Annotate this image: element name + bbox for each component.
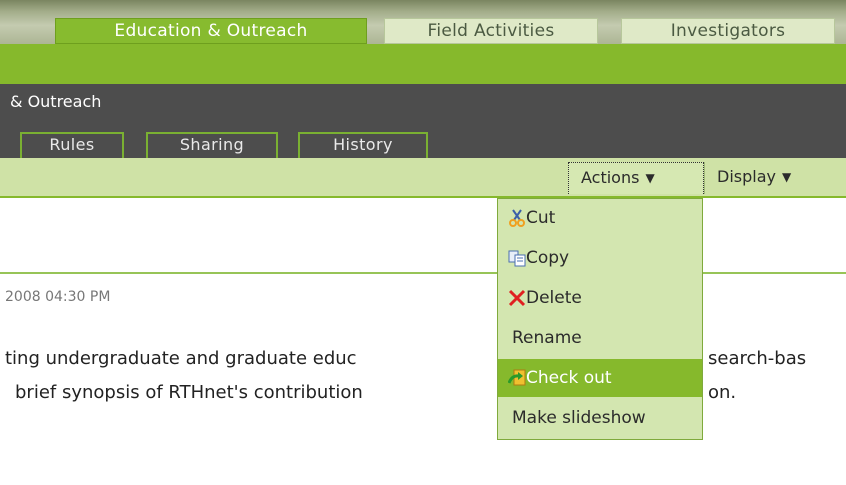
action-toolbar: Actions ▼ Display ▼ bbox=[0, 158, 846, 198]
actions-label: Actions bbox=[581, 168, 640, 187]
copy-icon bbox=[508, 250, 526, 267]
tab-rules[interactable]: Rules bbox=[20, 132, 124, 158]
menu-item-label: Rename bbox=[512, 328, 582, 348]
menu-item-copy[interactable]: Copy bbox=[498, 239, 702, 277]
menu-item-cut[interactable]: Cut bbox=[498, 199, 702, 237]
post-text-line: on. bbox=[708, 382, 737, 403]
tab-investigators[interactable]: Investigators bbox=[621, 18, 835, 44]
page-title-bar: & Outreach bbox=[0, 84, 846, 120]
display-button[interactable]: Display ▼ bbox=[704, 162, 846, 194]
primary-nav-bar bbox=[0, 44, 846, 84]
tab-education-outreach[interactable]: Education & Outreach bbox=[55, 18, 367, 44]
post-text-line: search-bas bbox=[708, 348, 807, 369]
menu-item-delete[interactable]: Delete bbox=[498, 279, 702, 317]
display-label: Display bbox=[717, 167, 776, 186]
menu-item-label: Cut bbox=[526, 208, 556, 228]
menu-item-label: Delete bbox=[526, 288, 582, 308]
actions-button[interactable]: Actions ▼ bbox=[568, 162, 704, 194]
scissors-icon bbox=[509, 209, 525, 227]
sub-tab-bar: Rules Sharing History bbox=[0, 120, 846, 158]
menu-item-check-out[interactable]: Check out bbox=[498, 359, 702, 397]
menu-item-make-slideshow[interactable]: Make slideshow bbox=[498, 399, 702, 437]
chevron-down-icon: ▼ bbox=[645, 171, 655, 185]
check-out-icon bbox=[508, 369, 526, 386]
delete-x-icon bbox=[508, 289, 526, 307]
post-text-line: ting undergraduate and graduate educ bbox=[5, 348, 357, 369]
menu-item-rename[interactable]: Rename bbox=[498, 319, 702, 357]
tab-sharing[interactable]: Sharing bbox=[146, 132, 278, 158]
actions-dropdown-menu: Cut Copy Delete Rename Check out Make sl… bbox=[497, 198, 703, 440]
post-date: 2008 04:30 PM bbox=[5, 289, 111, 305]
menu-item-label: Check out bbox=[526, 368, 612, 388]
post-text-line: brief synopsis of RTHnet's contribution bbox=[15, 382, 363, 403]
header-banner: Education & Outreach Field Activities In… bbox=[0, 0, 846, 46]
chevron-down-icon: ▼ bbox=[781, 170, 792, 184]
tab-field-activities[interactable]: Field Activities bbox=[384, 18, 598, 44]
menu-item-label: Make slideshow bbox=[512, 408, 646, 428]
page-title: & Outreach bbox=[10, 92, 102, 111]
content-divider bbox=[0, 272, 846, 274]
menu-item-label: Copy bbox=[526, 248, 570, 268]
tab-history[interactable]: History bbox=[298, 132, 428, 158]
